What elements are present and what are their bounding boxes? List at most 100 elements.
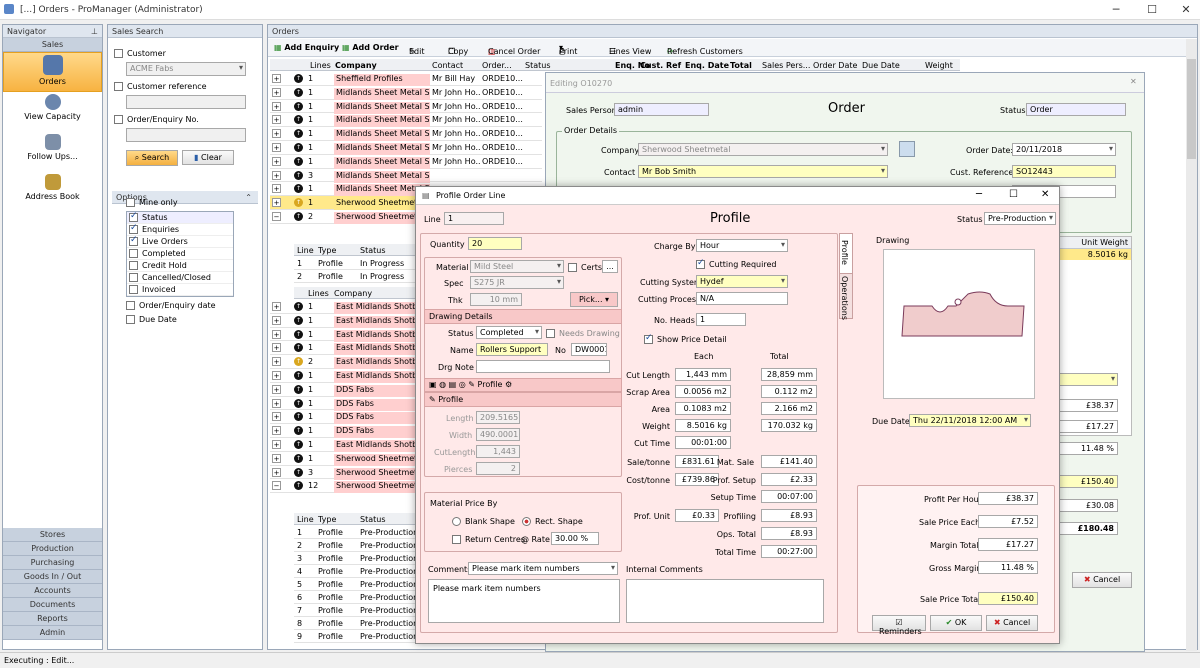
status-option[interactable]: Invoiced bbox=[127, 284, 233, 296]
nav-section-sales[interactable]: Sales bbox=[3, 38, 102, 52]
nav-section-documents[interactable]: Documents bbox=[3, 598, 102, 612]
expand-icon[interactable]: + bbox=[272, 170, 281, 180]
no-heads-stepper[interactable]: 1 bbox=[696, 313, 746, 326]
dialog-maximize-icon[interactable]: ☐ bbox=[1009, 189, 1018, 200]
maximize-icon[interactable]: ☐ bbox=[1144, 3, 1160, 16]
return-centres-checkbox[interactable] bbox=[452, 535, 461, 544]
due-date-checkbox[interactable] bbox=[126, 315, 135, 324]
status-option-checkbox[interactable] bbox=[129, 285, 138, 294]
table-row[interactable]: + ↑ 1 Midlands Sheet Metal Su...Mr John Ho.… bbox=[270, 155, 542, 169]
draw-tool-5-icon[interactable]: ⚙ bbox=[505, 380, 512, 389]
status-option[interactable]: Live Orders bbox=[127, 235, 233, 248]
nav-section-production[interactable]: Production bbox=[3, 542, 102, 556]
status-option-checkbox[interactable] bbox=[129, 223, 138, 234]
comments-select[interactable]: Please mark item numbers bbox=[468, 562, 618, 575]
scrollbar-thumb[interactable] bbox=[1187, 59, 1196, 159]
add-enquiry-button[interactable]: ▦ Add Enquiry bbox=[274, 43, 339, 52]
right-select[interactable] bbox=[1058, 373, 1118, 386]
cutting-required-checkbox[interactable] bbox=[696, 258, 705, 269]
nav-section-accounts[interactable]: Accounts bbox=[3, 584, 102, 598]
status-option[interactable]: Status bbox=[127, 211, 233, 224]
expand-icon[interactable]: + bbox=[272, 74, 281, 83]
cutting-system-select[interactable]: Hydef bbox=[696, 275, 788, 288]
table-row[interactable]: + ↑ 1 Sheffield Profiles Mr Bill Hay ORDE10..… bbox=[270, 72, 542, 86]
order-date-checkbox[interactable] bbox=[126, 301, 135, 310]
expand-icon[interactable]: + bbox=[272, 101, 281, 111]
expand-icon[interactable]: + bbox=[272, 115, 281, 125]
expand-icon[interactable]: + bbox=[272, 129, 281, 139]
status-option-checkbox[interactable] bbox=[129, 235, 138, 246]
draw-tool-1-icon[interactable]: ▣ bbox=[429, 380, 437, 389]
expand-icon[interactable]: + bbox=[272, 426, 281, 436]
expand-icon[interactable]: + bbox=[272, 384, 281, 394]
expand-icon[interactable]: + bbox=[272, 453, 281, 463]
cutting-required-option[interactable]: Cutting Required bbox=[696, 258, 776, 269]
thickness-field[interactable]: 10 mm bbox=[470, 293, 522, 306]
show-price-checkbox[interactable] bbox=[644, 333, 653, 344]
mine-only-option[interactable]: Mine only bbox=[126, 198, 178, 207]
cancel-button[interactable]: ✖ Cancel bbox=[986, 615, 1038, 631]
company-select[interactable]: Sherwood Sheetmetal bbox=[638, 143, 888, 156]
status-option[interactable]: Cancelled/Closed bbox=[127, 272, 233, 284]
rect-shape-radio-circle[interactable] bbox=[522, 517, 531, 526]
order-date-option[interactable]: Order/Enquiry date bbox=[126, 301, 216, 310]
expand-icon[interactable]: + bbox=[272, 184, 281, 194]
expand-icon[interactable]: + bbox=[272, 87, 281, 97]
order-status-field[interactable]: Order bbox=[1026, 103, 1126, 116]
draw-tool-2-icon[interactable]: ◍ bbox=[439, 380, 446, 389]
draw-tool-3-icon[interactable]: ▤ bbox=[449, 380, 457, 389]
pin-icon[interactable]: ⊥ bbox=[91, 27, 98, 36]
order-no-checkbox[interactable] bbox=[114, 115, 123, 124]
dialog-close-icon[interactable]: ✕ bbox=[1041, 189, 1049, 200]
search-button[interactable]: ⌕ Search bbox=[126, 150, 178, 166]
table-row[interactable]: + ↑ 1 Midlands Sheet Metal Su...Mr John Ho.… bbox=[270, 113, 542, 128]
drawing-note-field[interactable] bbox=[476, 360, 610, 373]
customer-checkbox[interactable] bbox=[114, 49, 123, 58]
expand-icon[interactable]: + bbox=[272, 357, 281, 367]
table-row[interactable]: + ↑ 1 Midlands Sheet Metal Su...Mr John Ho.… bbox=[270, 127, 542, 142]
nav-item-orders[interactable]: Orders bbox=[3, 52, 102, 92]
cust-ref-field[interactable]: SO12443 bbox=[1012, 165, 1116, 178]
nav-item-follow-ups[interactable]: Follow Ups... bbox=[3, 132, 102, 172]
customer-ref-filter[interactable]: Customer reference bbox=[114, 82, 207, 91]
print-button[interactable]: ⎙ Print ▾ bbox=[559, 43, 577, 56]
expand-icon[interactable]: + bbox=[272, 156, 281, 166]
nav-item-view-capacity[interactable]: View Capacity bbox=[3, 92, 102, 132]
certs-browse-button[interactable]: ... bbox=[602, 260, 618, 273]
status-option-checkbox[interactable] bbox=[129, 211, 138, 222]
blank-shape-radio[interactable]: Blank Shape bbox=[452, 517, 515, 526]
dialog-status-select[interactable]: Pre-Production bbox=[984, 212, 1056, 225]
expand-icon[interactable]: + bbox=[272, 142, 281, 152]
due-date-field[interactable]: Thu 22/11/2018 12:00 AM bbox=[909, 414, 1031, 427]
expand-icon[interactable]: + bbox=[272, 439, 281, 449]
order-no-input[interactable] bbox=[126, 128, 246, 142]
table-row[interactable]: + ↑ 1 Midlands Sheet Metal Su...Mr John Ho.… bbox=[270, 100, 542, 114]
at-rate-field[interactable]: 30.00 % bbox=[551, 532, 599, 545]
nav-section-goods-in-out[interactable]: Goods In / Out bbox=[3, 570, 102, 584]
collapse-icon[interactable]: ⌃ bbox=[245, 193, 252, 202]
reminders-button[interactable]: ☑ Reminders bbox=[872, 615, 926, 636]
nav-section-reports[interactable]: Reports bbox=[3, 612, 102, 626]
status-option[interactable]: Enquiries bbox=[127, 223, 233, 236]
customer-ref-checkbox[interactable] bbox=[114, 82, 123, 91]
show-price-option[interactable]: Show Price Detail bbox=[644, 333, 727, 344]
add-order-button[interactable]: ▦ Add Order bbox=[342, 43, 399, 52]
mine-only-checkbox[interactable] bbox=[126, 198, 135, 207]
sales-person-field[interactable]: admin bbox=[614, 103, 709, 116]
dialog-minimize-icon[interactable]: ─ bbox=[976, 189, 982, 200]
status-option-checkbox[interactable] bbox=[129, 249, 138, 258]
sale-price-each[interactable]: £7.52 bbox=[978, 515, 1038, 528]
customer-filter[interactable]: Customer bbox=[114, 49, 166, 58]
minimize-icon[interactable]: ─ bbox=[1108, 3, 1124, 16]
charge-by-select[interactable]: Hour bbox=[696, 239, 788, 252]
cutting-process-field[interactable]: N/A bbox=[696, 292, 788, 305]
due-date-option[interactable]: Due Date bbox=[126, 315, 177, 324]
expand-icon[interactable]: + bbox=[272, 329, 281, 339]
certs-option[interactable]: Certs bbox=[568, 263, 602, 272]
needs-drawing-option[interactable]: Needs Drawing bbox=[546, 329, 620, 338]
tab-operations[interactable]: Operations bbox=[839, 273, 853, 320]
table-row[interactable]: + ↑ 1 Midlands Sheet Metal Su...Mr John Ho.… bbox=[270, 86, 542, 100]
order-date-field[interactable]: 20/11/2018 bbox=[1012, 143, 1116, 156]
expand-icon[interactable]: + bbox=[272, 302, 281, 311]
table-row[interactable]: + ↑ 3 Midlands Sheet Metal S bbox=[270, 169, 542, 183]
